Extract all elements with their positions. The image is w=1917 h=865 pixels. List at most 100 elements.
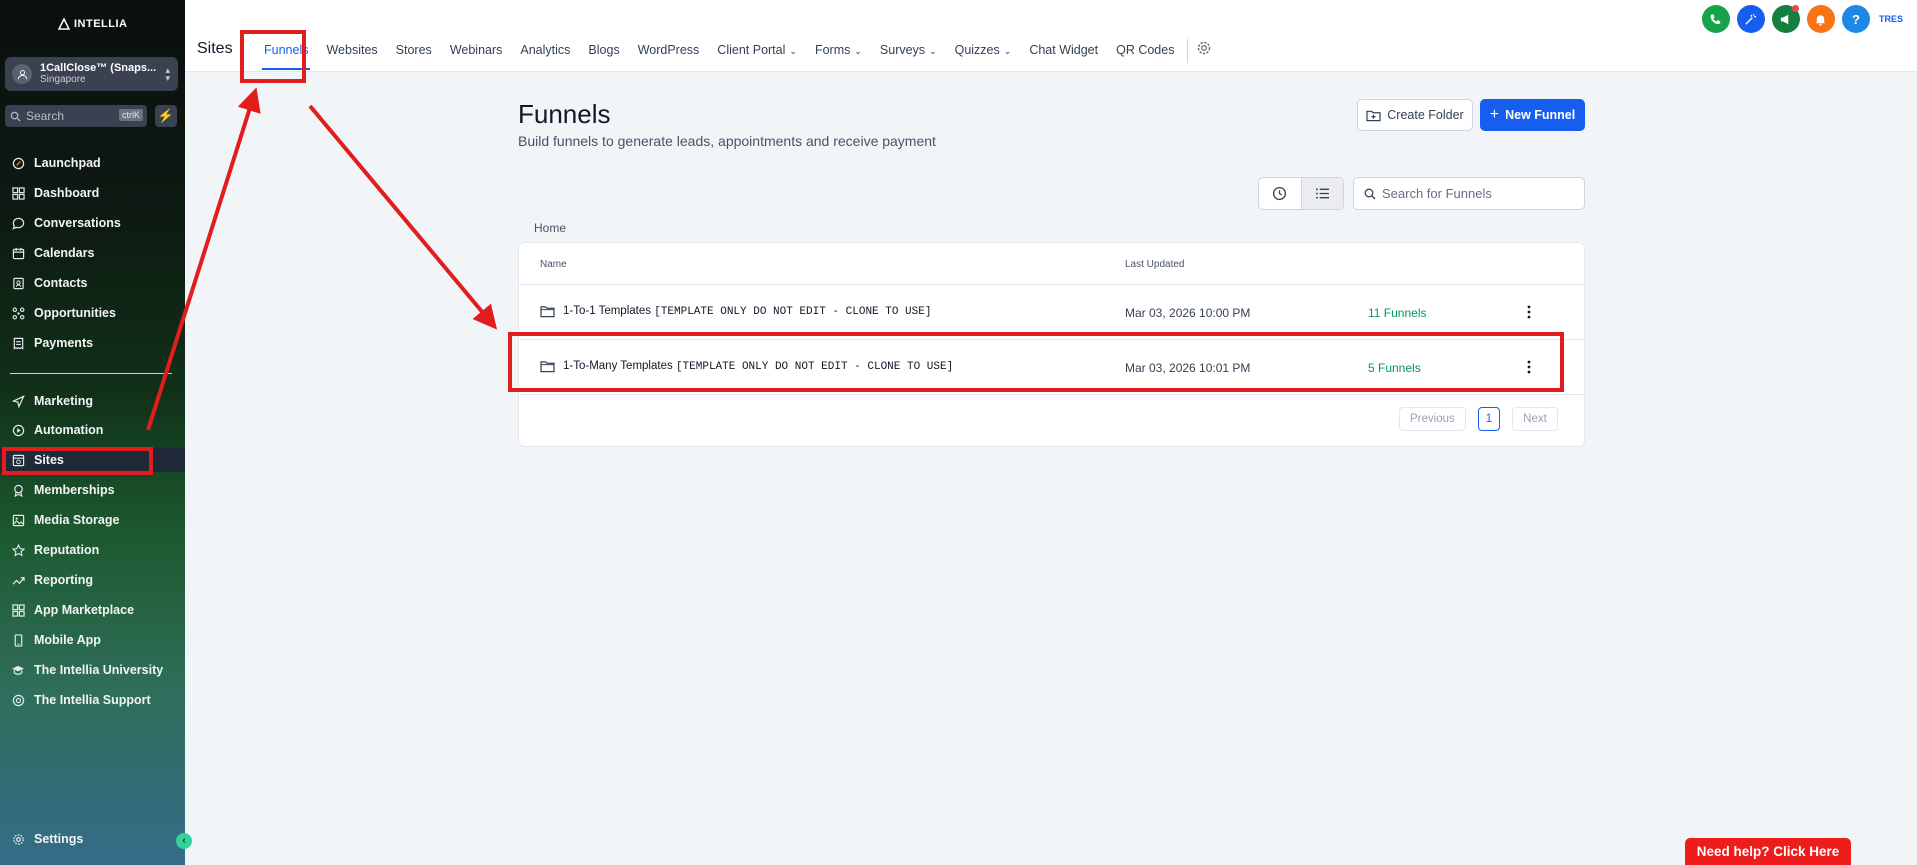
account-avatar-icon: [12, 64, 32, 84]
new-funnel-label: New Funnel: [1505, 108, 1576, 122]
award-icon: [11, 483, 25, 497]
tab-websites[interactable]: Websites: [317, 43, 386, 71]
funnel-search-input[interactable]: [1382, 186, 1572, 201]
sidebar-item-conversations[interactable]: Conversations: [0, 211, 185, 235]
column-name[interactable]: Name: [540, 259, 567, 270]
sidebar-item-university[interactable]: The Intellia University: [0, 658, 185, 682]
tab-quizzes[interactable]: Quizzes ⌄: [946, 43, 1021, 71]
tab-blogs[interactable]: Blogs: [579, 43, 628, 71]
help-icon[interactable]: ?: [1841, 5, 1870, 33]
sidebar-item-label: Settings: [34, 832, 84, 846]
table-header: Name Last Updated: [519, 243, 1584, 285]
tab-analytics[interactable]: Analytics: [511, 43, 579, 71]
breadcrumb-home[interactable]: Home: [534, 221, 566, 235]
search-shortcut: ctrlK: [119, 109, 143, 121]
sidebar-item-settings[interactable]: Settings: [0, 827, 185, 851]
folder-name[interactable]: 1-To-Many Templates: [563, 360, 673, 372]
mobile-icon: [11, 633, 25, 647]
sidebar-item-sites[interactable]: Sites: [0, 448, 185, 472]
sidebar-item-label: Mobile App: [34, 633, 101, 647]
account-location: Singapore: [40, 74, 86, 85]
phone-icon[interactable]: [1701, 5, 1730, 33]
sidebar-item-support[interactable]: The Intellia Support: [0, 688, 185, 712]
tab-forms[interactable]: Forms ⌄: [806, 43, 871, 71]
recent-view-button[interactable]: [1259, 178, 1301, 209]
sidebar-item-opportunities[interactable]: Opportunities: [0, 301, 185, 325]
automation-icon: [11, 423, 25, 437]
more-options-icon[interactable]: [1519, 357, 1539, 377]
tab-stores[interactable]: Stores: [387, 43, 441, 71]
create-folder-button[interactable]: Create Folder: [1357, 99, 1473, 131]
need-help-button[interactable]: Need help? Click Here: [1685, 838, 1851, 865]
sidebar-item-contacts[interactable]: Contacts: [0, 271, 185, 295]
sidebar-item-label: Calendars: [34, 246, 95, 260]
tab-chat-widget[interactable]: Chat Widget: [1020, 43, 1107, 71]
sidebar-item-reporting[interactable]: Reporting: [0, 568, 185, 592]
tab-surveys[interactable]: Surveys ⌄: [871, 43, 946, 71]
chevron-updown-icon: ▴ ▾: [165, 65, 170, 83]
collapse-sidebar-icon[interactable]: ‹: [176, 833, 192, 849]
sidebar-item-reputation[interactable]: Reputation: [0, 538, 185, 562]
sidebar-item-label: The Intellia University: [34, 663, 164, 677]
magic-wand-icon[interactable]: [1736, 5, 1765, 33]
sidebar-item-marketing[interactable]: Marketing: [0, 389, 185, 413]
funnel-search-field[interactable]: [1353, 177, 1585, 210]
account-switcher[interactable]: 1CallClose™ (Snaps... Singapore ▴ ▾: [5, 57, 178, 91]
next-page-button[interactable]: Next: [1512, 407, 1558, 431]
sidebar-item-mobile-app[interactable]: Mobile App: [0, 628, 185, 652]
search-icon: [1364, 188, 1376, 199]
image-icon: [11, 513, 25, 527]
announcement-icon[interactable]: [1771, 5, 1800, 33]
table-row[interactable]: 1-To-1 Templates [TEMPLATE ONLY DO NOT E…: [519, 285, 1584, 340]
page-subtitle: Build funnels to generate leads, appoint…: [518, 133, 936, 149]
view-toggle: [1258, 177, 1344, 210]
new-funnel-button[interactable]: + New Funnel: [1480, 99, 1585, 131]
chevron-down-icon: ⌄: [854, 46, 862, 56]
page-title: Funnels: [518, 99, 611, 129]
table-row[interactable]: 1-To-Many Templates [TEMPLATE ONLY DO NO…: [519, 340, 1584, 395]
sidebar-item-label: Sites: [34, 453, 64, 467]
sidebar-item-memberships[interactable]: Memberships: [0, 478, 185, 502]
funnel-count: 11 Funnels: [1368, 306, 1427, 320]
page-number-button[interactable]: 1: [1477, 407, 1501, 431]
sidebar-item-label: Dashboard: [34, 186, 100, 200]
topbar: Sites Funnels Websites Stores Webinars A…: [185, 0, 1917, 72]
sidebar-item-calendars[interactable]: Calendars: [0, 241, 185, 265]
sidebar-search-input[interactable]: Search ctrlK: [5, 105, 147, 127]
bell-icon[interactable]: [1806, 5, 1835, 33]
sites-icon: [11, 453, 25, 467]
previous-page-button[interactable]: Previous: [1399, 407, 1466, 431]
sidebar-item-app-marketplace[interactable]: App Marketplace: [0, 598, 185, 622]
tab-funnels[interactable]: Funnels: [255, 43, 317, 71]
tab-qr-codes[interactable]: QR Codes: [1107, 43, 1183, 71]
tab-client-portal[interactable]: Client Portal ⌄: [708, 43, 806, 71]
sidebar-item-launchpad[interactable]: Launchpad: [0, 151, 185, 175]
payments-icon: [11, 336, 25, 350]
column-last-updated[interactable]: Last Updated: [1125, 259, 1185, 270]
sidebar-item-label: Reporting: [34, 573, 94, 587]
brand-logo[interactable]: INTELLIA: [58, 18, 128, 30]
create-folder-label: Create Folder: [1387, 108, 1464, 122]
sidebar-item-payments[interactable]: Payments: [0, 331, 185, 355]
user-initials[interactable]: TRES: [1879, 14, 1903, 24]
more-options-icon[interactable]: [1519, 302, 1539, 322]
tab-wordpress[interactable]: WordPress: [629, 43, 709, 71]
sidebar-item-dashboard[interactable]: Dashboard: [0, 181, 185, 205]
sites-tabs: Funnels Websites Stores Webinars Analyti…: [255, 39, 1212, 71]
section-title: Sites: [197, 40, 233, 57]
launchpad-icon: [11, 156, 25, 170]
list-view-button[interactable]: [1300, 178, 1343, 209]
sidebar-item-automation[interactable]: Automation: [0, 418, 185, 442]
sidebar-item-label: Media Storage: [34, 513, 120, 527]
sidebar-item-media-storage[interactable]: Media Storage: [0, 508, 185, 532]
sidebar-item-label: Automation: [34, 423, 104, 437]
folder-name[interactable]: 1-To-1 Templates: [563, 305, 651, 317]
tabs-settings-gear-icon[interactable]: [1196, 40, 1212, 71]
quick-action-bolt-icon[interactable]: ⚡: [155, 105, 177, 127]
star-icon: [11, 543, 25, 557]
sidebar-item-label: Reputation: [34, 543, 100, 557]
tab-webinars[interactable]: Webinars: [441, 43, 512, 71]
send-icon: [11, 394, 25, 408]
support-icon: [11, 693, 25, 707]
sidebar-item-label: App Marketplace: [34, 603, 135, 617]
